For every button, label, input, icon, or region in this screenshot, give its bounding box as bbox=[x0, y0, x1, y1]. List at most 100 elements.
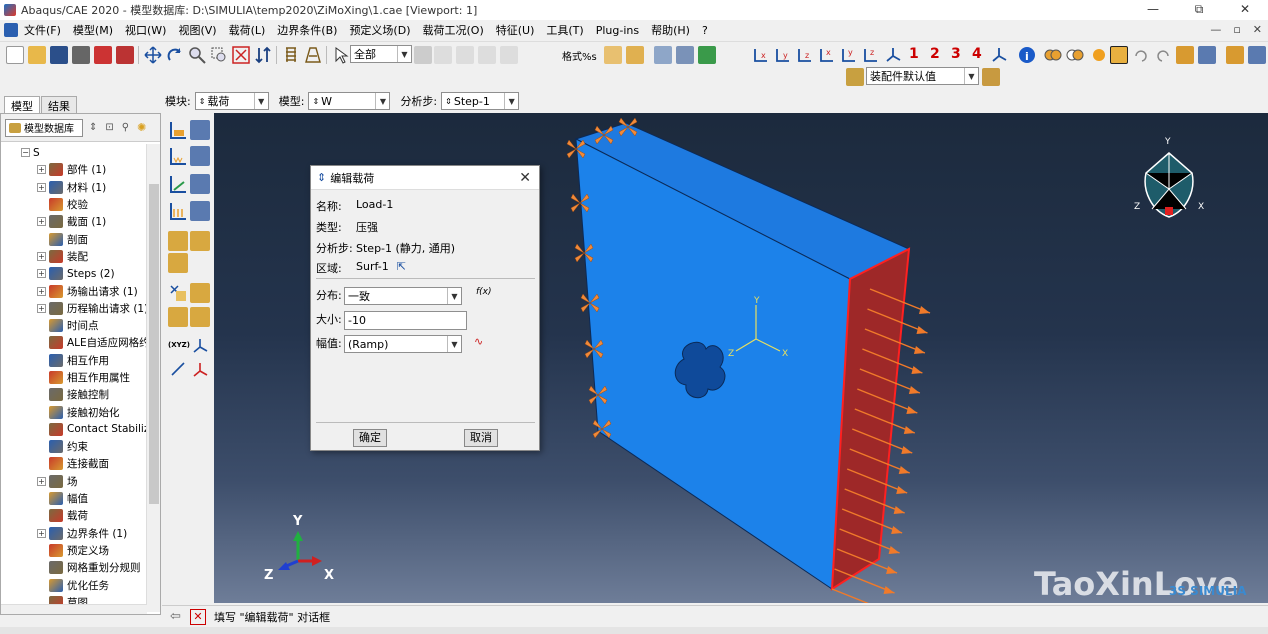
redo-icon[interactable] bbox=[1154, 46, 1172, 64]
selection-filter-combo[interactable]: 全部 ▼ bbox=[350, 45, 412, 63]
back-arrow-icon[interactable]: ⇦ bbox=[170, 609, 186, 625]
view-3-button[interactable]: 3 bbox=[951, 46, 961, 62]
field-manager-icon[interactable] bbox=[190, 231, 210, 251]
color-options-icon[interactable] bbox=[982, 68, 1000, 86]
menu-plugins[interactable]: Plug-ins bbox=[596, 24, 639, 37]
lightbulb-icon[interactable]: ✺ bbox=[137, 121, 146, 134]
menu-view[interactable]: 视图(V) bbox=[178, 22, 216, 38]
view-1-button[interactable]: 1 bbox=[909, 46, 919, 62]
highlight-icon[interactable] bbox=[1110, 46, 1128, 64]
feature-edges-icon[interactable] bbox=[676, 46, 694, 64]
menu-help[interactable]: 帮助(H) bbox=[651, 22, 690, 38]
tree-item[interactable]: + 材料 (1) bbox=[1, 179, 147, 196]
rotate-icon[interactable] bbox=[166, 46, 184, 64]
expand-icon[interactable]: + bbox=[37, 217, 46, 227]
tree-item[interactable]: + 装配 bbox=[1, 248, 147, 265]
load-case-manager-icon[interactable] bbox=[190, 201, 210, 221]
close-button[interactable]: ✕ bbox=[1222, 0, 1268, 20]
view-front-icon[interactable]: x bbox=[752, 46, 770, 64]
part-display-icon[interactable] bbox=[1176, 46, 1194, 64]
load-manager-icon[interactable] bbox=[190, 120, 210, 140]
mdi-minimize-button[interactable]: — bbox=[1210, 20, 1221, 40]
model-database-combo[interactable]: 模型数据库 bbox=[5, 118, 83, 137]
tree-item[interactable]: 连接截面 bbox=[1, 455, 147, 472]
dialog-titlebar[interactable]: ⇕ 编辑载荷 bbox=[311, 166, 539, 190]
surface-icon[interactable] bbox=[168, 307, 188, 327]
import-icon[interactable] bbox=[94, 46, 112, 64]
menu-viewport[interactable]: 视口(W) bbox=[125, 22, 166, 38]
view-cube[interactable]: Y X Z bbox=[1134, 137, 1204, 218]
expand-icon[interactable]: + bbox=[37, 251, 46, 261]
tree-item[interactable]: + 场 bbox=[1, 473, 147, 490]
tree-item[interactable]: Contact Stabilizations bbox=[1, 421, 147, 438]
view-right-icon[interactable]: z bbox=[862, 46, 880, 64]
tree-item[interactable]: 接触初始化 bbox=[1, 403, 147, 420]
table-icon[interactable] bbox=[1198, 46, 1216, 64]
view-left-icon[interactable]: y bbox=[840, 46, 858, 64]
tree-item[interactable]: 网格重划分规则 bbox=[1, 559, 147, 576]
print-icon[interactable] bbox=[72, 46, 90, 64]
select-box-icon[interactable] bbox=[434, 46, 452, 64]
menu-predefined-field[interactable]: 预定义场(D) bbox=[349, 22, 410, 38]
select-boundary-icon[interactable] bbox=[456, 46, 474, 64]
wireframe-icon[interactable] bbox=[604, 46, 622, 64]
minimize-button[interactable]: — bbox=[1130, 0, 1176, 20]
select-mesh-icon[interactable] bbox=[478, 46, 496, 64]
datum-icon[interactable] bbox=[190, 283, 210, 303]
view-back-icon[interactable]: y bbox=[774, 46, 792, 64]
expand-icon[interactable]: + bbox=[37, 528, 46, 538]
menu-load-case[interactable]: 载荷工况(O) bbox=[423, 22, 484, 38]
tree-item[interactable]: + 历程输出请求 (1) bbox=[1, 300, 147, 317]
display-group-icon[interactable] bbox=[1248, 46, 1266, 64]
collapse-icon[interactable]: − bbox=[21, 148, 30, 158]
parent-icon[interactable]: ⊡ bbox=[105, 122, 113, 133]
set-icon[interactable] bbox=[190, 307, 210, 327]
boolean-intersect-icon[interactable] bbox=[1066, 46, 1084, 64]
save-icon[interactable] bbox=[50, 46, 68, 64]
mdi-close-button[interactable]: ✕ bbox=[1253, 20, 1262, 40]
menu-file[interactable]: 文件(F) bbox=[24, 22, 61, 38]
tree-item[interactable]: 幅值 bbox=[1, 490, 147, 507]
menu-model[interactable]: 模型(M) bbox=[73, 22, 113, 38]
tree-item[interactable]: 接触控制 bbox=[1, 386, 147, 403]
render-style-label[interactable]: 格式%s bbox=[562, 48, 597, 63]
color-code-icon[interactable] bbox=[846, 68, 864, 86]
view-4-button[interactable]: 4 bbox=[972, 46, 982, 62]
view-bottom-icon[interactable]: x bbox=[818, 46, 836, 64]
select-arrow-icon[interactable] bbox=[332, 46, 350, 64]
amplitude-combo[interactable]: (Ramp) ▼ bbox=[344, 335, 462, 353]
expand-icon[interactable]: + bbox=[37, 165, 46, 175]
create-load-case-icon[interactable] bbox=[168, 201, 188, 221]
new-file-icon[interactable] bbox=[6, 46, 24, 64]
distribution-combo[interactable]: 一致 ▼ bbox=[344, 287, 462, 305]
fx-button[interactable]: f(x) bbox=[476, 287, 492, 305]
menu-feature[interactable]: 特征(U) bbox=[496, 22, 535, 38]
boolean-union-icon[interactable] bbox=[1044, 46, 1062, 64]
cycle-views-icon[interactable] bbox=[254, 46, 272, 64]
magnitude-input[interactable]: -10 bbox=[344, 311, 467, 330]
step-combo[interactable]: ⇕ Step-1 ▼ bbox=[441, 92, 520, 110]
expand-icon[interactable]: + bbox=[37, 269, 46, 279]
menu-load[interactable]: 载荷(L) bbox=[229, 22, 266, 38]
module-combo[interactable]: ⇕ 载荷 ▼ bbox=[194, 92, 269, 110]
tree-item[interactable]: ALE自适应网格约束 bbox=[1, 334, 147, 351]
dialog-close-icon[interactable]: ✕ bbox=[519, 170, 531, 186]
tree-item[interactable]: + 场输出请求 (1) bbox=[1, 282, 147, 299]
datum-plane-icon[interactable] bbox=[190, 359, 210, 379]
expand-icon[interactable]: + bbox=[37, 303, 46, 313]
info-icon[interactable]: i bbox=[1018, 46, 1036, 64]
view-top-icon[interactable]: z bbox=[796, 46, 814, 64]
create-amplitude-icon[interactable] bbox=[168, 253, 188, 273]
tree-item[interactable]: + 部件 (1) bbox=[1, 161, 147, 178]
cancel-button[interactable]: 取消 bbox=[464, 429, 498, 447]
create-bc-icon[interactable] bbox=[168, 146, 188, 166]
model-combo[interactable]: ⇕ W ▼ bbox=[308, 92, 391, 110]
tree-item[interactable]: 载荷 bbox=[1, 507, 147, 524]
undo-icon[interactable] bbox=[1132, 46, 1150, 64]
pan-icon[interactable] bbox=[144, 46, 162, 64]
expand-icon[interactable]: + bbox=[37, 286, 46, 296]
query-icon[interactable] bbox=[282, 46, 300, 64]
render-toggle-icon[interactable] bbox=[698, 46, 716, 64]
filter-icon[interactable]: ⚲ bbox=[122, 122, 129, 133]
measure-icon[interactable] bbox=[304, 46, 322, 64]
